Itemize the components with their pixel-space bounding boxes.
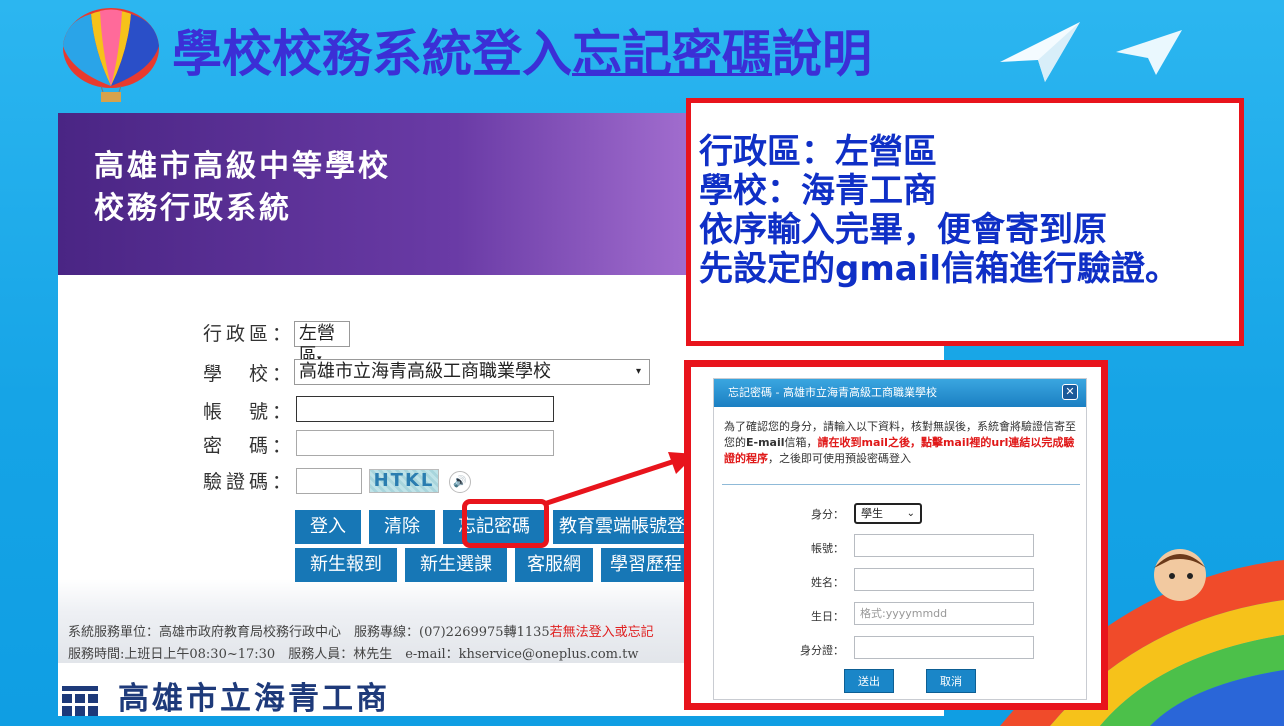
name-label: 姓名： [811,576,844,589]
birthday-input[interactable]: 格式:yyyymmdd [854,602,1034,625]
forgot-button-highlight [462,499,549,548]
learning-portfolio-button[interactable]: 學習歷程 [601,548,691,582]
footer-service-hours: 服務時間:上班日上午08:30~17:30 服務人員：林先生 e-mail：kh… [68,647,639,662]
school-name-footer: 高雄市立海青工商 [62,673,390,718]
dialog-divider [722,484,1080,485]
school-value: 高雄市立海青高級工商職業學校 [299,361,551,382]
password-input[interactable] [296,430,554,456]
title-underlined: 忘記密碼 [572,25,772,83]
birthday-label: 生日： [811,610,844,623]
clear-button[interactable]: 清除 [369,510,435,544]
info-line4: 先設定的gmail信箱進行驗證。 [699,249,1180,289]
footer-line1-red: 若無法登入或忘記 [549,625,654,640]
school-name-text: 高雄市立海青工商 [118,681,390,717]
footer-line1: 系統服務單位：高雄市政府教育局校務行政中心 服務專線：(07)2269975轉1… [68,625,550,640]
district-row: 行政區： [203,319,291,346]
dialog-title: 忘記密碼 - 高雄市立海青高級工商職業學校 [728,386,937,399]
dialog-account-label: 帳號： [811,542,844,555]
captcha-image: HTKL [369,469,439,493]
new-student-report-button[interactable]: 新生報到 [295,548,397,582]
account-label: 帳 號： [203,401,291,423]
banner-title-line2: 校務行政系統 [94,191,292,226]
customer-service-button[interactable]: 客服網 [515,548,593,582]
captcha-label: 驗證碼： [203,471,291,493]
slide-title: 學校校務系統登入忘記密碼說明 [172,14,872,86]
arrow-icon [543,452,696,507]
banner-title-line1: 高雄市高級中等學校 [94,149,391,184]
chevron-down-icon: ⌄ [906,508,915,519]
identity-value: 學生 [861,507,883,520]
school-select[interactable]: 高雄市立海青高級工商職業學校 ▾ [294,359,650,385]
title-end: 說明 [772,25,872,83]
paper-plane-icon [1000,22,1080,82]
dialog-msg-email: E-mail [746,436,785,449]
id-number-label: 身分證： [800,644,844,657]
captcha-row: 驗證碼： [203,467,291,494]
new-student-course-button[interactable]: 新生選課 [405,548,507,582]
school-row: 學 校： [203,359,291,386]
info-line3: 依序輸入完畢，便會寄到原 [699,210,1107,250]
hot-air-balloon-icon [63,8,159,102]
identity-select[interactable]: 學生 ⌄ [854,503,922,524]
captcha-input[interactable] [296,468,362,494]
school-label: 學 校： [203,363,291,385]
id-number-input[interactable] [854,636,1034,659]
close-icon[interactable]: ✕ [1062,384,1078,400]
slide: 學校校務系統登入忘記密碼說明 高雄市高級中等學校 校務行政系統 行政區： 左營區… [0,0,1284,726]
dialog-header: 忘記密碼 - 高雄市立海青高級工商職業學校 ✕ [714,379,1086,407]
dialog-account-input[interactable] [854,534,1034,557]
district-select[interactable]: 左營區▾ [294,321,350,366]
district-label: 行政區： [203,323,291,345]
speaker-icon[interactable]: 🔊 [449,471,471,493]
title-main: 學校校務系統登入 [172,25,572,83]
info-line2: 學校：海青工商 [699,171,937,211]
dialog-msg-part2: 信箱， [784,436,818,449]
password-label: 密 碼： [203,435,291,457]
info-line1: 行政區：左營區 [699,132,937,172]
login-button[interactable]: 登入 [295,510,361,544]
submit-button[interactable]: 送出 [844,669,894,693]
chevron-down-icon: ▾ [635,366,641,377]
forgot-password-dialog: 忘記密碼 - 高雄市立海青高級工商職業學校 ✕ 為了確認您的身分，請輸入以下資料… [713,378,1087,700]
grid-logo-icon [62,685,98,716]
identity-label: 身分： [811,508,844,521]
password-row: 密 碼： [203,431,291,458]
forgot-password-dialog-callout: 忘記密碼 - 高雄市立海青高級工商職業學校 ✕ 為了確認您的身分，請輸入以下資料… [684,360,1108,710]
cloud-login-button[interactable]: 教育雲端帳號登 [553,510,691,544]
dialog-msg-part3: ，之後即可使用預設密碼登入 [768,452,911,465]
name-input[interactable] [854,568,1034,591]
dialog-message: 為了確認您的身分，請輸入以下資料，核對無誤後，系統會將驗證信寄至您的E-mail… [724,419,1080,467]
cancel-button[interactable]: 取消 [926,669,976,693]
instruction-callout: 行政區：左營區 學校：海青工商 依序輸入完畢，便會寄到原 先設定的gmail信箱… [686,98,1244,346]
account-input[interactable] [296,396,554,422]
paper-plane-icon [1116,30,1182,75]
footer-service-unit: 系統服務單位：高雄市政府教育局校務行政中心 服務專線：(07)2269975轉1… [68,621,654,640]
account-row: 帳 號： [203,397,291,424]
